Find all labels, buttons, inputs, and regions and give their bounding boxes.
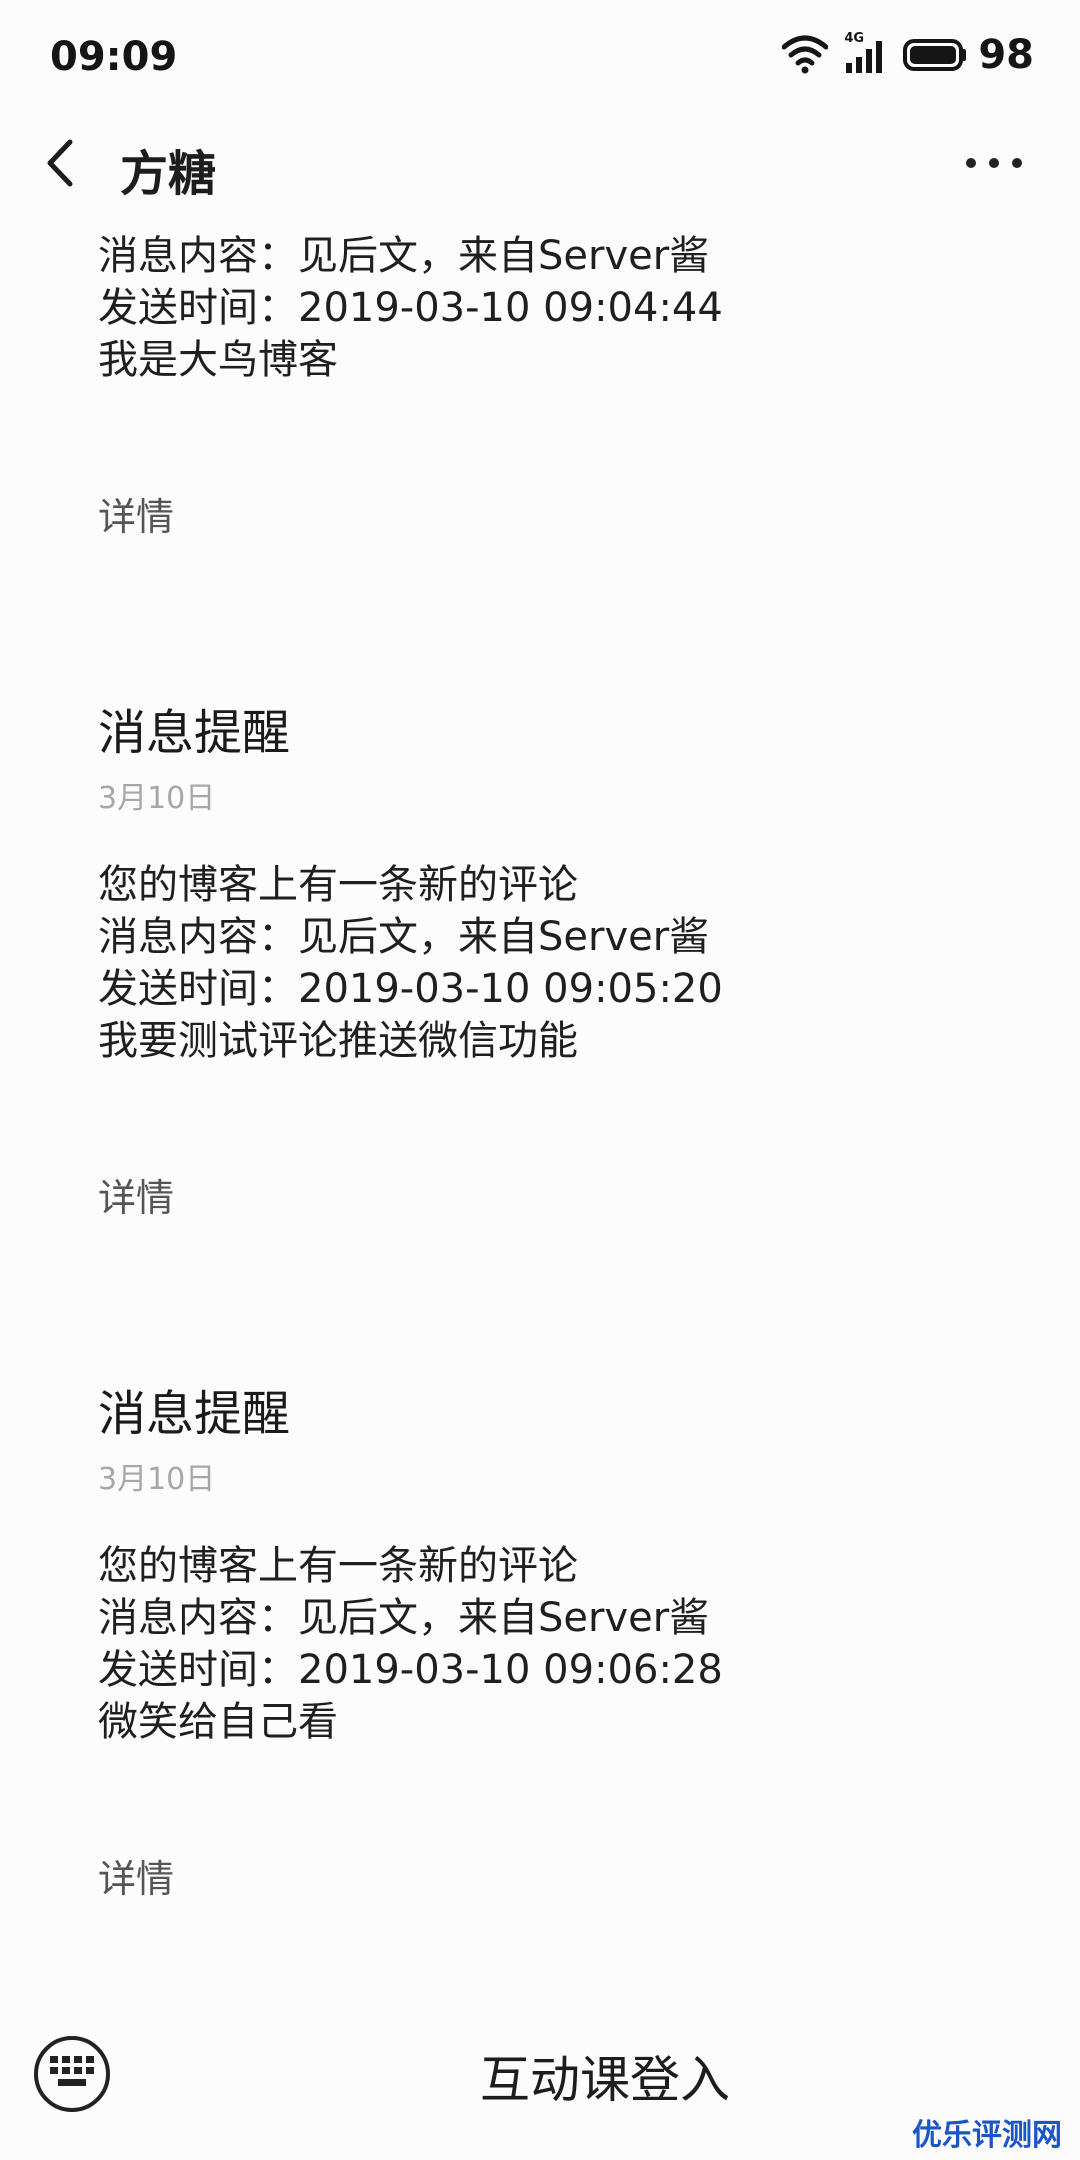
card-title: 消息提醒 bbox=[98, 1386, 291, 1442]
page-title: 方糖 bbox=[120, 146, 217, 202]
detail-link[interactable]: 详情 bbox=[98, 486, 998, 541]
more-options-icon[interactable] bbox=[964, 156, 1024, 170]
message-feed: 消息内容：见后文，来自Server酱 发送时间：2019-03-10 09:04… bbox=[98, 230, 998, 1903]
wifi-icon bbox=[782, 35, 829, 75]
battery-icon bbox=[902, 38, 968, 72]
message-line: 发送时间：2019-03-10 09:04:44 bbox=[98, 285, 723, 331]
card-date: 3月10日 bbox=[98, 1462, 216, 1497]
status-bar: 09:09 4G 98 bbox=[0, 0, 1080, 118]
detail-link[interactable]: 详情 bbox=[98, 1848, 998, 1903]
message-line: 消息内容：见后文，来自Server酱 bbox=[98, 914, 710, 960]
message-line: 发送时间：2019-03-10 09:05:20 bbox=[98, 966, 723, 1012]
detail-link[interactable]: 详情 bbox=[98, 1167, 998, 1222]
cellular-signal-icon: 4G bbox=[842, 31, 890, 75]
network-type: 4G bbox=[844, 31, 865, 46]
card-date: 3月10日 bbox=[98, 781, 216, 816]
status-icons: 4G 98 bbox=[782, 30, 1034, 80]
message-card: 消息内容：见后文，来自Server酱 发送时间：2019-03-10 09:04… bbox=[98, 230, 998, 541]
watermark-text: 优乐评测网 bbox=[912, 2118, 1062, 2153]
message-line: 我要测试评论推送微信功能 bbox=[98, 1018, 578, 1064]
message-card: 消息提醒 3月10日 您的博客上有一条新的评论 消息内容：见后文，来自Serve… bbox=[98, 1382, 998, 1903]
menu-item-interactive-login[interactable]: 互动课登入 bbox=[0, 2040, 1080, 2112]
status-time: 09:09 bbox=[50, 34, 178, 80]
message-line: 发送时间：2019-03-10 09:06:28 bbox=[98, 1647, 723, 1693]
message-line: 微笑给自己看 bbox=[98, 1699, 338, 1745]
message-line: 我是大鸟博客 bbox=[98, 337, 338, 383]
message-line: 您的博客上有一条新的评论 bbox=[98, 1543, 578, 1589]
battery-level: 98 bbox=[978, 32, 1034, 78]
message-line: 消息内容：见后文，来自Server酱 bbox=[98, 233, 710, 279]
message-line: 消息内容：见后文，来自Server酱 bbox=[98, 1595, 710, 1641]
back-arrow-icon[interactable] bbox=[38, 138, 82, 188]
message-card: 消息提醒 3月10日 您的博客上有一条新的评论 消息内容：见后文，来自Serve… bbox=[98, 701, 998, 1222]
card-title: 消息提醒 bbox=[98, 705, 291, 761]
message-line: 您的博客上有一条新的评论 bbox=[98, 862, 578, 908]
top-nav-bar: 方糖 bbox=[0, 118, 1080, 206]
